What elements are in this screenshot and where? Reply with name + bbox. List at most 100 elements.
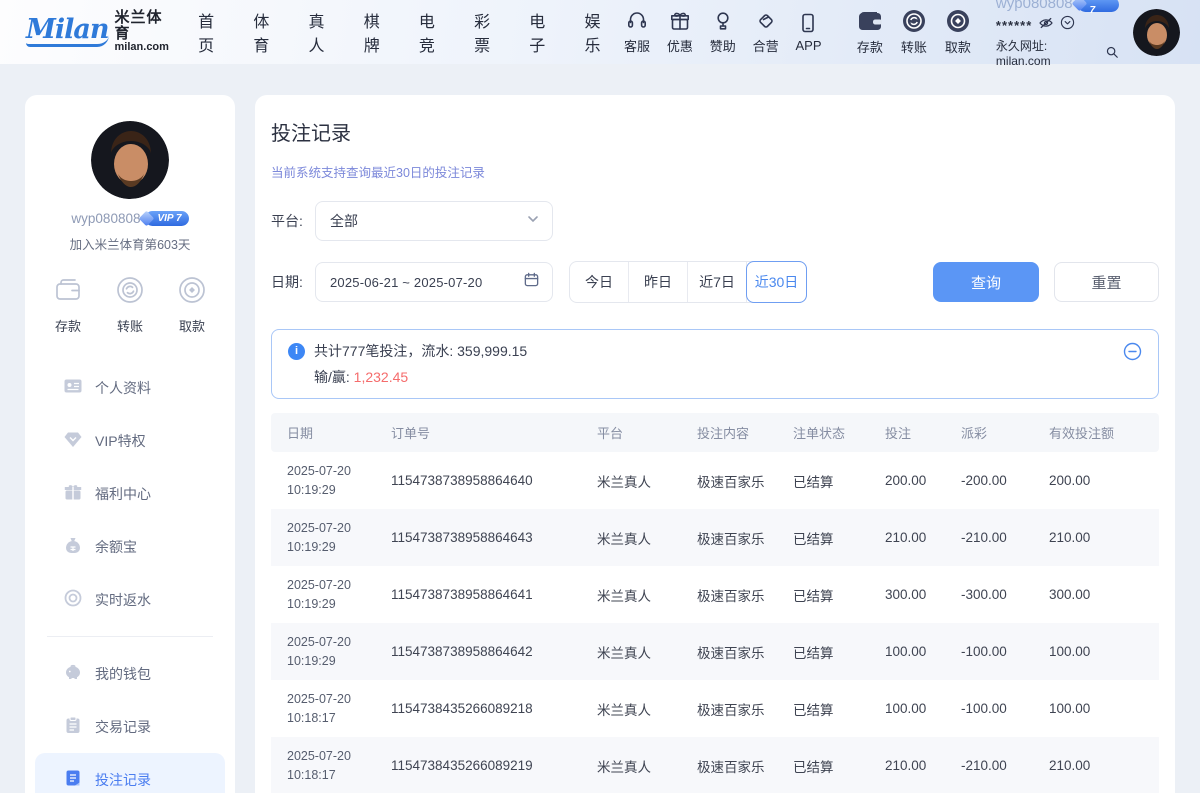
sidebar-item-yuebao[interactable]: 余额宝 (25, 520, 235, 573)
magnifier-icon[interactable] (1105, 45, 1119, 64)
main-panel: 投注记录 当前系统支持查询最近30日的投注记录 平台: 全部 日期: 2025-… (255, 95, 1175, 793)
col-date: 日期 (271, 413, 383, 452)
logo-script-text: Milan (26, 16, 109, 47)
vip-badge: VIP 7 (1078, 0, 1119, 12)
nav-item-slots[interactable]: 电子 (529, 8, 560, 56)
col-order: 订单号 (383, 413, 589, 452)
phone-icon (796, 11, 820, 35)
summary-line1: 共计777笔投注，流水: 359,999.15 (314, 341, 527, 361)
sidebar-item-wallet[interactable]: 我的钱包 (25, 647, 235, 700)
range-7days-button[interactable]: 近7日 (688, 262, 747, 302)
permanent-url-text: 永久网址: milan.com (996, 39, 1102, 70)
platform-selected-value: 全部 (330, 211, 526, 231)
nav-item-esports[interactable]: 电竞 (419, 8, 450, 56)
gift-icon (668, 9, 692, 33)
table-row: 2025-07-2010:18:17 1154738435266089218 米… (271, 680, 1159, 737)
range-today-button[interactable]: 今日 (570, 262, 629, 302)
date-filter-row: 日期: 2025-06-21 ~ 2025-07-20 今日 昨日 近7日 近3… (271, 261, 1159, 303)
date-range-input[interactable]: 2025-06-21 ~ 2025-07-20 (315, 262, 553, 302)
nav-item-live[interactable]: 真人 (309, 8, 340, 56)
date-label: 日期: (271, 272, 315, 292)
clipboard-icon (63, 715, 83, 738)
sidebar-deposit-button[interactable]: 存款 (53, 275, 83, 335)
vip-icon (63, 429, 83, 452)
col-bet: 投注 (877, 413, 953, 452)
header-right: 客服 优惠 赞助 合营 (616, 0, 1180, 70)
sidebar-withdraw-button[interactable]: 取款 (177, 275, 207, 335)
platform-label: 平台: (271, 211, 315, 231)
table-row: 2025-07-2010:19:29 1154738738958864643 米… (271, 509, 1159, 566)
calendar-icon (523, 271, 540, 293)
col-content: 投注内容 (689, 413, 785, 452)
withdraw-icon (177, 275, 207, 310)
sidebar-quick-actions: 存款 转账 取款 (25, 275, 235, 335)
nav-item-sports[interactable]: 体育 (253, 8, 284, 56)
search-button[interactable]: 查询 (933, 262, 1039, 302)
col-valid: 有效投注额 (1041, 413, 1159, 452)
chevron-circle-icon[interactable] (1060, 15, 1075, 37)
nav-item-casino[interactable]: 娱乐 (584, 8, 615, 56)
col-platform: 平台 (589, 413, 689, 452)
wallet-actions: 存款 转账 取款 (848, 8, 980, 56)
promotions-button[interactable]: 优惠 (658, 9, 701, 55)
sidebar-item-welfare[interactable]: 福利中心 (25, 467, 235, 520)
sidebar: wyp080808 VIP 7 加入米兰体育第603天 存款 转账 (25, 95, 235, 793)
app-download-button[interactable]: APP (787, 11, 830, 53)
main-nav: 首页 体育 真人 棋牌 电竞 彩票 电子 娱乐 (198, 8, 615, 56)
sidebar-item-transactions[interactable]: 交易记录 (25, 700, 235, 753)
sidebar-item-profile[interactable]: 个人资料 (25, 361, 235, 414)
summary-line2-label: 输/赢: (314, 369, 354, 385)
logo-cn-text: 米兰体育 (115, 10, 177, 42)
transfer-button[interactable]: 转账 (892, 8, 936, 56)
sidebar-item-vip[interactable]: VIP特权 (25, 414, 235, 467)
date-range-value: 2025-06-21 ~ 2025-07-20 (330, 275, 523, 290)
gift-icon (63, 482, 83, 505)
chevron-down-icon (526, 212, 540, 231)
eye-slash-icon[interactable] (1038, 15, 1054, 38)
sidebar-vip-badge: VIP 7 (145, 211, 188, 226)
col-status: 注单状态 (785, 413, 877, 452)
nav-item-home[interactable]: 首页 (198, 8, 229, 56)
reset-button[interactable]: 重置 (1054, 262, 1159, 302)
platform-select[interactable]: 全部 (315, 201, 553, 241)
masked-balance: ****** (996, 18, 1032, 35)
nav-item-cards[interactable]: 棋牌 (364, 8, 395, 56)
table-row: 2025-07-2010:19:29 1154738738958864640 米… (271, 452, 1159, 509)
customer-service-button[interactable]: 客服 (616, 9, 659, 55)
sidebar-avatar[interactable] (91, 121, 169, 199)
collapse-icon[interactable] (1123, 342, 1142, 366)
wallet-icon (857, 8, 883, 34)
page: Milan 米兰体育 milan.com 首页 体育 真人 棋牌 电竞 彩票 电… (0, 0, 1200, 793)
sidebar-item-rebate[interactable]: 实时返水 (25, 573, 235, 626)
withdraw-button[interactable]: 取款 (936, 8, 980, 56)
join-days-text: 加入米兰体育第603天 (25, 234, 235, 253)
range-yesterday-button[interactable]: 昨日 (629, 262, 688, 302)
range-30days-button[interactable]: 近30日 (746, 261, 807, 303)
sponsor-icon (711, 9, 735, 33)
transfer-icon (115, 275, 145, 310)
logo-domain-text: milan.com (115, 42, 177, 54)
nav-item-lottery[interactable]: 彩票 (474, 8, 505, 56)
document-icon (63, 768, 83, 791)
summary-winloss-value: 1,232.45 (354, 369, 409, 385)
filter-action-buttons: 查询 重置 (933, 262, 1159, 302)
withdraw-icon (945, 8, 971, 34)
id-card-icon (63, 376, 83, 399)
platform-filter-row: 平台: 全部 (271, 201, 1159, 241)
piggy-icon (63, 662, 83, 685)
moneybag-icon (63, 535, 83, 558)
brand-logo[interactable]: Milan 米兰体育 milan.com (26, 10, 176, 53)
sponsor-button[interactable]: 赞助 (701, 9, 744, 55)
table-row: 2025-07-2010:18:17 1154738435266089219 米… (271, 737, 1159, 793)
headset-icon (625, 9, 649, 33)
deposit-button[interactable]: 存款 (848, 8, 892, 56)
sidebar-item-bet-records[interactable]: 投注记录 (35, 753, 225, 793)
header-username: wyp080808 (996, 0, 1073, 14)
user-avatar[interactable] (1133, 9, 1180, 56)
sidebar-username: wyp080808 (71, 211, 140, 226)
table-header-row: 日期 订单号 平台 投注内容 注单状态 投注 派彩 有效投注额 (271, 413, 1159, 452)
summary-panel: i 共计777笔投注，流水: 359,999.15 输/赢: 1,232.45 (271, 329, 1159, 399)
partner-icon (754, 9, 778, 33)
partner-button[interactable]: 合营 (744, 9, 787, 55)
sidebar-transfer-button[interactable]: 转账 (115, 275, 145, 335)
